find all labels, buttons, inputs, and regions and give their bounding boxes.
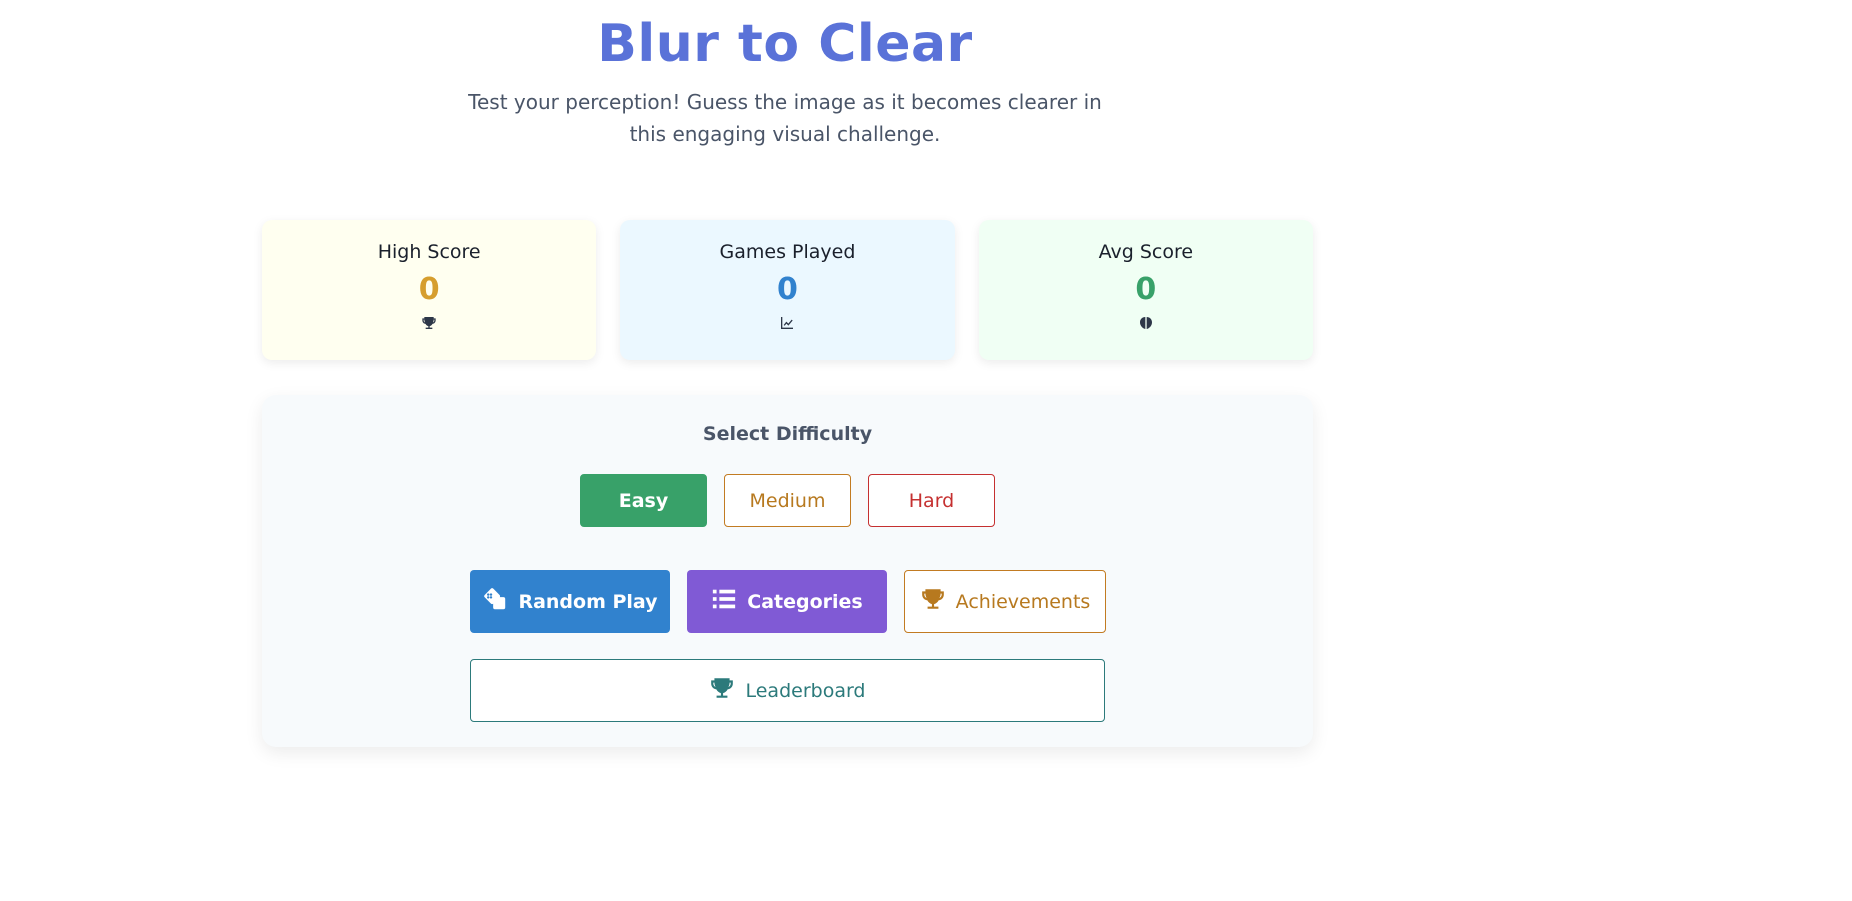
chart-line-icon [620, 314, 954, 332]
achievements-button[interactable]: Achievements [904, 570, 1106, 633]
trophy-icon [920, 586, 946, 617]
trophy-icon [262, 314, 596, 332]
stat-card-games-played: Games Played 0 [620, 220, 955, 360]
page-subtitle: Test your perception! Guess the image as… [468, 90, 1102, 146]
stats-row: High Score 0 Games Played 0 Avg Score 0 [262, 220, 1313, 360]
trophy-icon [709, 675, 735, 706]
stat-card-high-score: High Score 0 [262, 220, 597, 360]
game-setup-panel: Select Difficulty Easy Medium Hard Rando… [262, 395, 1313, 747]
difficulty-options: Easy Medium Hard [580, 474, 995, 527]
random-play-button[interactable]: Random Play [470, 570, 670, 633]
leaderboard-label: Leaderboard [745, 679, 866, 702]
leaderboard-button[interactable]: Leaderboard [470, 659, 1105, 722]
stat-label: High Score [377, 241, 481, 263]
dice-icon [482, 586, 508, 617]
difficulty-title: Select Difficulty [702, 423, 873, 445]
stat-label: Avg Score [1098, 241, 1194, 263]
random-play-label: Random Play [518, 590, 658, 613]
stat-value: 0 [1135, 272, 1157, 307]
page-header: Blur to Clear Test your perception! Gues… [0, 14, 1570, 150]
difficulty-medium-button[interactable]: Medium [724, 474, 851, 527]
stat-label: Games Played [719, 241, 856, 263]
stat-value: 0 [418, 272, 440, 307]
stat-card-avg-score: Avg Score 0 [978, 220, 1313, 360]
action-buttons: Random Play Categories Achievements [470, 570, 1106, 633]
difficulty-hard-button[interactable]: Hard [868, 474, 995, 527]
page-title: Blur to Clear [597, 14, 973, 74]
categories-label: Categories [747, 590, 863, 613]
brain-icon [979, 314, 1313, 332]
list-icon [711, 586, 737, 617]
categories-button[interactable]: Categories [687, 570, 887, 633]
stat-value: 0 [777, 272, 798, 307]
difficulty-easy-button[interactable]: Easy [580, 474, 707, 527]
achievements-label: Achievements [955, 590, 1091, 613]
